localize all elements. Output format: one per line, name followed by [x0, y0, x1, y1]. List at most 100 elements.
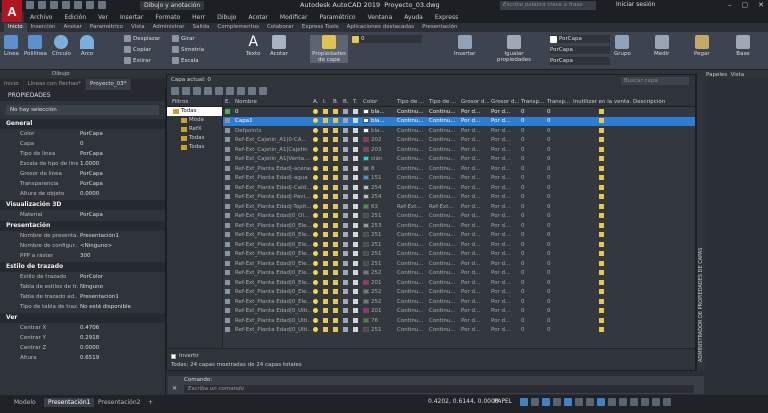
- layer-tipo[interactable]: Continu...: [395, 213, 427, 219]
- layer-toggle-cell[interactable]: [341, 156, 351, 162]
- layer-row[interactable]: Ref-Ext_Planta Edad|0_Ulti... 201 Continu.…: [223, 307, 695, 317]
- layer-toggle-cell[interactable]: [341, 327, 351, 333]
- layer-g1[interactable]: Por d...: [459, 318, 489, 324]
- layer-row[interactable]: Ref-Ext_Planta Edad|-Cald... 254 Continu..…: [223, 183, 695, 193]
- layer-tipo[interactable]: Continu...: [395, 318, 427, 324]
- print-icon[interactable]: [74, 1, 82, 9]
- layer-vp-freeze-cell[interactable]: [571, 270, 631, 276]
- layer-toggle-cell[interactable]: [351, 165, 361, 172]
- layer-g2[interactable]: Por d...: [489, 289, 519, 295]
- layer-g2[interactable]: Por d...: [489, 251, 519, 257]
- layer-tipo[interactable]: Continu...: [395, 166, 427, 172]
- layer-t1[interactable]: 0: [519, 137, 545, 143]
- layer-t2[interactable]: 0: [545, 166, 571, 172]
- linetype-combo[interactable]: PorCapa: [550, 46, 610, 54]
- layer-color-cell[interactable]: cián: [361, 156, 395, 162]
- layer-row[interactable]: Ref-Ext_Planta Edad|0_Ele... 252 Continu..…: [223, 288, 695, 298]
- layer-toggle-cell[interactable]: [311, 308, 321, 314]
- property-row[interactable]: Centrar Z 0.0000: [0, 343, 165, 353]
- layer-row[interactable]: Ref-Ext_Cajetin_A1|0-CA... 202 Continu... C…: [223, 136, 695, 146]
- layer-toggle-cell[interactable]: [341, 175, 351, 181]
- layer-toggle-cell[interactable]: [331, 232, 341, 238]
- menu-item[interactable]: Herr: [192, 14, 205, 21]
- layer-tipo2[interactable]: Continu...: [427, 308, 459, 314]
- layer-t2[interactable]: 0: [545, 137, 571, 143]
- menu-item[interactable]: Modificar: [280, 14, 308, 21]
- layer-g1[interactable]: Por d...: [459, 242, 489, 248]
- color-combo[interactable]: PorCapa: [550, 35, 610, 43]
- column-header[interactable]: Color: [361, 99, 395, 105]
- layer-row[interactable]: Ref-Ext_Planta Edad|-acerac 8 Continu... Co…: [223, 164, 695, 174]
- command-close-icon[interactable]: ✕: [172, 385, 180, 393]
- layer-toggle-cell[interactable]: [341, 289, 351, 295]
- layer-t1[interactable]: 0: [519, 280, 545, 286]
- ribbon-tab[interactable]: Anotar: [59, 23, 85, 32]
- layer-toggle-cell[interactable]: [341, 146, 351, 153]
- layer-g2[interactable]: Por d...: [489, 137, 519, 143]
- refresh-icon[interactable]: [248, 87, 256, 95]
- menu-item[interactable]: Formato: [155, 14, 180, 21]
- layer-g2[interactable]: Por d...: [489, 223, 519, 229]
- layer-t1[interactable]: 0: [519, 118, 545, 124]
- layer-tipo2[interactable]: Continu...: [427, 242, 459, 248]
- close-icon[interactable]: ✕: [758, 1, 764, 9]
- layer-toggle-cell[interactable]: [311, 327, 321, 333]
- layer-toggle-cell[interactable]: [311, 184, 321, 191]
- layer-row[interactable]: Ref-Ext_Planta Edad|0_Ulti... 76 Continu..…: [223, 316, 695, 326]
- layer-toggle-cell[interactable]: [331, 213, 341, 219]
- layer-t2[interactable]: 0: [545, 185, 571, 191]
- grid-icon[interactable]: [520, 398, 528, 406]
- view-label[interactable]: Vista: [731, 72, 745, 78]
- property-row[interactable]: Altura de objeto 0.0000: [0, 189, 165, 199]
- paper-space-toggle[interactable]: PAPEL: [494, 398, 512, 405]
- layer-toggle-cell[interactable]: [321, 146, 331, 153]
- document-tab[interactable]: Líneas con flechas*: [24, 79, 86, 90]
- layer-tipo2[interactable]: Continu...: [427, 261, 459, 267]
- filter-item[interactable]: Todas: [167, 134, 222, 143]
- layer-tipo[interactable]: Continu...: [395, 251, 427, 257]
- layer-color-cell[interactable]: 251: [361, 232, 395, 238]
- layer-toggle-cell[interactable]: [321, 175, 331, 181]
- layer-toggle-cell[interactable]: [321, 298, 331, 305]
- layer-color-cell[interactable]: 8: [361, 165, 395, 172]
- property-row[interactable]: Altura 0.6519: [0, 353, 165, 363]
- layer-t1[interactable]: 0: [519, 128, 545, 134]
- layer-toggle-cell[interactable]: [351, 232, 361, 238]
- layer-toggle-cell[interactable]: [311, 279, 321, 286]
- layer-toggle-cell[interactable]: [351, 241, 361, 248]
- layer-t1[interactable]: 0: [519, 185, 545, 191]
- selection-dropdown[interactable]: No hay selección: [6, 105, 159, 115]
- layer-t2[interactable]: 0: [545, 223, 571, 229]
- menu-item[interactable]: Edición: [64, 14, 86, 21]
- layer-tipo[interactable]: Continu...: [395, 223, 427, 229]
- layer-t2[interactable]: 0: [545, 118, 571, 124]
- layer-g1[interactable]: Por d...: [459, 118, 489, 124]
- layer-g1[interactable]: Por d...: [459, 213, 489, 219]
- layer-toggle-cell[interactable]: [341, 137, 351, 143]
- layer-g2[interactable]: Por d...: [489, 147, 519, 153]
- layer-t1[interactable]: 0: [519, 251, 545, 257]
- layer-toggle-cell[interactable]: [331, 137, 341, 143]
- copy-button[interactable]: Copiar: [124, 46, 151, 53]
- column-header[interactable]: Transp...: [545, 99, 571, 105]
- layer-color-cell[interactable]: 254: [361, 184, 395, 191]
- menu-item[interactable]: Ventana: [368, 14, 393, 21]
- ribbon-tab[interactable]: Salida: [189, 23, 214, 32]
- layer-t2[interactable]: 0: [545, 175, 571, 181]
- osnap-icon[interactable]: [564, 398, 572, 406]
- layer-toggle-cell[interactable]: [321, 308, 331, 314]
- ribbon-tab[interactable]: Inicio: [4, 23, 27, 32]
- layer-g1[interactable]: Por d...: [459, 308, 489, 314]
- layer-row[interactable]: Ref-Ext_Planta Edad|0_Ele... 251 Continu..…: [223, 259, 695, 269]
- layer-tipo2[interactable]: Continu...: [427, 137, 459, 143]
- layer-t1[interactable]: 0: [519, 318, 545, 324]
- layer-t2[interactable]: 0: [545, 318, 571, 324]
- layer-toggle-cell[interactable]: [321, 260, 331, 267]
- menu-item[interactable]: Ver: [98, 14, 108, 21]
- layer-g2[interactable]: Por d...: [489, 128, 519, 134]
- ribbon-tab[interactable]: Vista: [127, 23, 149, 32]
- layer-tipo[interactable]: Continu...: [395, 194, 427, 200]
- layer-row[interactable]: Ref-Ext_Planta Edad|0_Ele... 252 Continu..…: [223, 269, 695, 279]
- fullscreen-icon[interactable]: [652, 398, 660, 406]
- layer-t2[interactable]: 0: [545, 194, 571, 200]
